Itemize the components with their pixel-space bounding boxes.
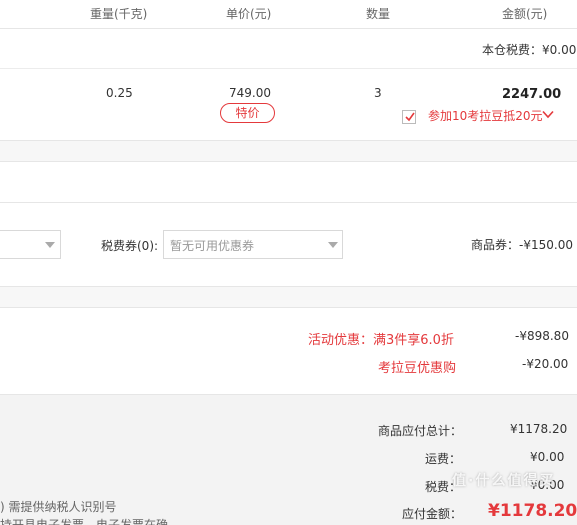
promo-checkbox[interactable] xyxy=(402,110,416,124)
header-qty: 数量 xyxy=(366,7,391,21)
dropdown-caret-icon xyxy=(328,242,338,248)
shipping-value: ¥0.00 xyxy=(530,450,565,464)
check-icon xyxy=(405,112,415,122)
beans-discount-value: -¥20.00 xyxy=(522,357,569,371)
table-header: 重量(千克) 单价(元) 数量 金额(元) xyxy=(0,0,577,28)
order-summary: 商品应付总计： ¥1178.20 运费： ¥0.00 税费： ¥0.00 应付金… xyxy=(0,394,577,525)
item-qty: 3 xyxy=(374,86,382,100)
tax-coupon-select[interactable]: 暂无可用优惠券 xyxy=(163,230,343,259)
dropdown-caret-icon xyxy=(45,242,55,248)
goods-total-value: ¥1178.20 xyxy=(510,422,568,436)
special-price-badge: 特价 xyxy=(220,103,275,123)
divider xyxy=(0,307,577,308)
activity-discount-value: -¥898.80 xyxy=(515,329,569,343)
goods-coupon-label: 商品券： xyxy=(471,238,520,252)
warehouse-tax-value: ¥0.00 xyxy=(542,43,577,57)
activity-discount-label: 活动优惠：满3件享6.0折 xyxy=(308,333,454,348)
beans-discount-label: 考拉豆优惠购 xyxy=(378,361,457,376)
tax-coupon-label: 税费券(0): xyxy=(101,239,159,253)
item-amount: 2247.00 xyxy=(502,87,562,102)
shipping-label: 运费： xyxy=(425,452,462,466)
invoice-note-line2: 持开具电子发票，电子发票在确 xyxy=(0,518,169,525)
tax-value: ¥0.00 xyxy=(530,478,565,492)
warehouse-tax: 本仓税费：¥0.00 xyxy=(482,41,576,58)
header-weight: 重量(千克) xyxy=(90,7,148,21)
promo-text[interactable]: 参加10考拉豆抵20元 xyxy=(428,107,543,124)
divider xyxy=(0,68,577,69)
divider xyxy=(0,202,577,203)
payable-label: 应付金额： xyxy=(402,507,463,521)
tax-coupon-placeholder: 暂无可用优惠券 xyxy=(170,239,255,253)
goods-coupon-value: -¥150.00 xyxy=(519,238,573,252)
payable-value: ¥1178.20 xyxy=(488,501,577,521)
divider xyxy=(0,161,577,162)
tax-label: 税费： xyxy=(425,480,462,494)
item-weight: 0.25 xyxy=(106,86,133,100)
invoice-note-line1: ) 需提供纳税人识别号 xyxy=(0,500,117,514)
coupon-select-left[interactable] xyxy=(0,230,61,259)
header-unit-price: 单价(元) xyxy=(226,7,272,21)
goods-total-label: 商品应付总计： xyxy=(378,424,463,438)
header-amount: 金额(元) xyxy=(502,7,548,21)
item-price: 749.00 xyxy=(229,86,271,100)
chevron-down-icon[interactable] xyxy=(542,110,554,119)
spacer-band xyxy=(0,287,577,307)
warehouse-tax-label: 本仓税费： xyxy=(482,43,543,57)
divider xyxy=(0,28,577,29)
goods-coupon: 商品券：-¥150.00 xyxy=(471,236,573,253)
spacer-band xyxy=(0,141,577,161)
